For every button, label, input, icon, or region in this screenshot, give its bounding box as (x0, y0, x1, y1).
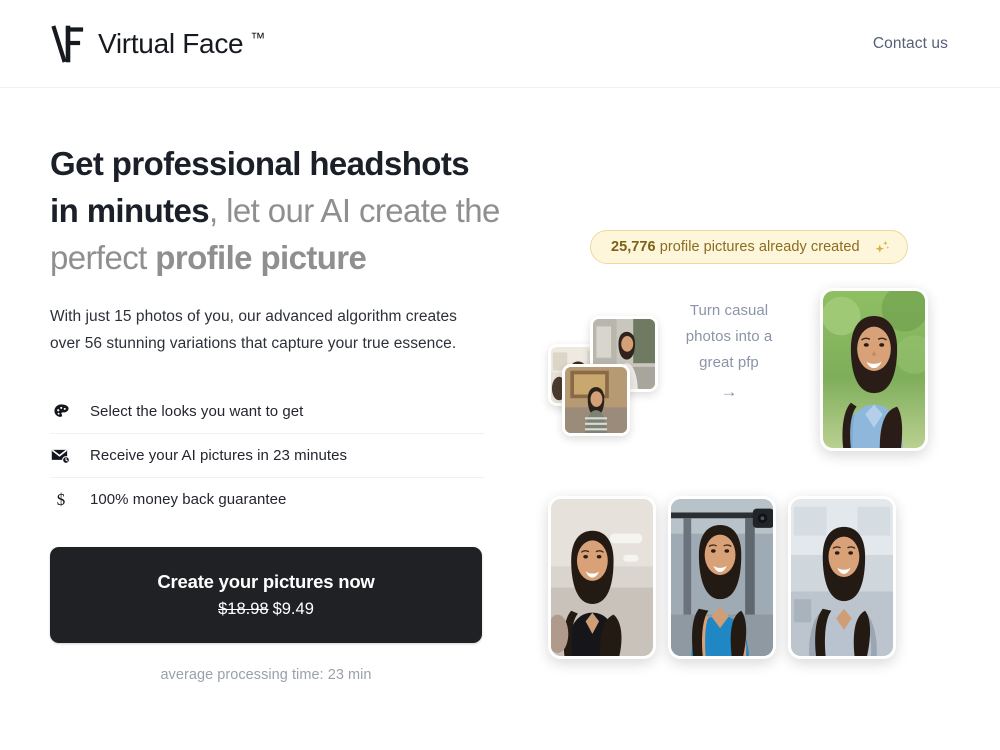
palette-icon (50, 403, 72, 420)
status-badge: 25,776 profile pictures already created (590, 230, 908, 264)
main-content: Get professional headshots in minutes, l… (0, 88, 1000, 750)
cta-title: Create your pictures now (157, 571, 375, 592)
feature-label: Select the looks you want to get (90, 402, 304, 420)
input-photo-stack (548, 316, 658, 436)
casual-photo-sofa-striped (562, 364, 630, 436)
envelope-clock-icon (50, 447, 72, 465)
headshot-outdoor-blue-polo (820, 288, 928, 451)
brand-name-text: Virtual Face (98, 27, 244, 59)
badge-count: 25,776 (611, 239, 656, 255)
new-price: $9.49 (272, 600, 314, 618)
feature-row-looks: Select the looks you want to get (50, 389, 484, 433)
brand-logo[interactable]: Virtual Face ™ (50, 24, 265, 64)
feature-list: Select the looks you want to get Receive… (50, 389, 484, 521)
old-price: $18.98 (218, 600, 269, 618)
brand-name: Virtual Face ™ (98, 28, 265, 60)
feature-label: Receive your AI pictures in 23 minutes (90, 447, 348, 464)
contact-us-link[interactable]: Contact us (873, 35, 948, 53)
showcase-column: 25,776 profile pictures already created (540, 88, 1000, 750)
result-photo-row (548, 496, 918, 659)
conversion-caption: Turn casual photos into a great pfp → (670, 298, 788, 400)
feature-label: 100% money back guarantee (90, 491, 287, 508)
vf-monogram-logo (50, 24, 84, 64)
cta-section: Create your pictures now $18.98 $9.49 ave… (50, 547, 482, 683)
headline-muted-bold: profile picture (155, 239, 367, 276)
conversion-caption-text: Turn casual photos into a great pfp (685, 302, 773, 371)
feature-row-guarantee: $ 100% money back guarantee (50, 477, 484, 521)
hero-subtitle: With just 15 photos of you, our advanced… (50, 308, 457, 352)
arrow-right-icon: → (720, 382, 738, 401)
headshot-office-grey-blazer (788, 496, 896, 659)
gallery-top-row: Turn casual photos into a great pfp → (548, 288, 928, 478)
headshot-gym-blue-tank (668, 496, 776, 659)
cta-price: $18.98 $9.49 (218, 600, 314, 619)
sparkles-icon (873, 239, 890, 256)
processing-time-note: average processing time: 23 min (160, 667, 372, 683)
create-pictures-button[interactable]: Create your pictures now $18.98 $9.49 (50, 547, 482, 643)
site-header: Virtual Face ™ Contact us (0, 0, 1000, 88)
badge-caption: profile pictures already created (655, 239, 860, 255)
hero-text-column: Get professional headshots in minutes, l… (0, 88, 540, 750)
feature-row-delivery: Receive your AI pictures in 23 minutes (50, 433, 484, 477)
photo-gallery: Turn casual photos into a great pfp → (548, 288, 928, 659)
trademark-symbol: ™ (250, 29, 265, 47)
page-title: Get professional headshots in minutes, l… (50, 140, 500, 281)
headshot-office-black-top (548, 496, 656, 659)
dollar-icon: $ (56, 489, 66, 509)
badge-text: 25,776 profile pictures already created (611, 239, 860, 255)
